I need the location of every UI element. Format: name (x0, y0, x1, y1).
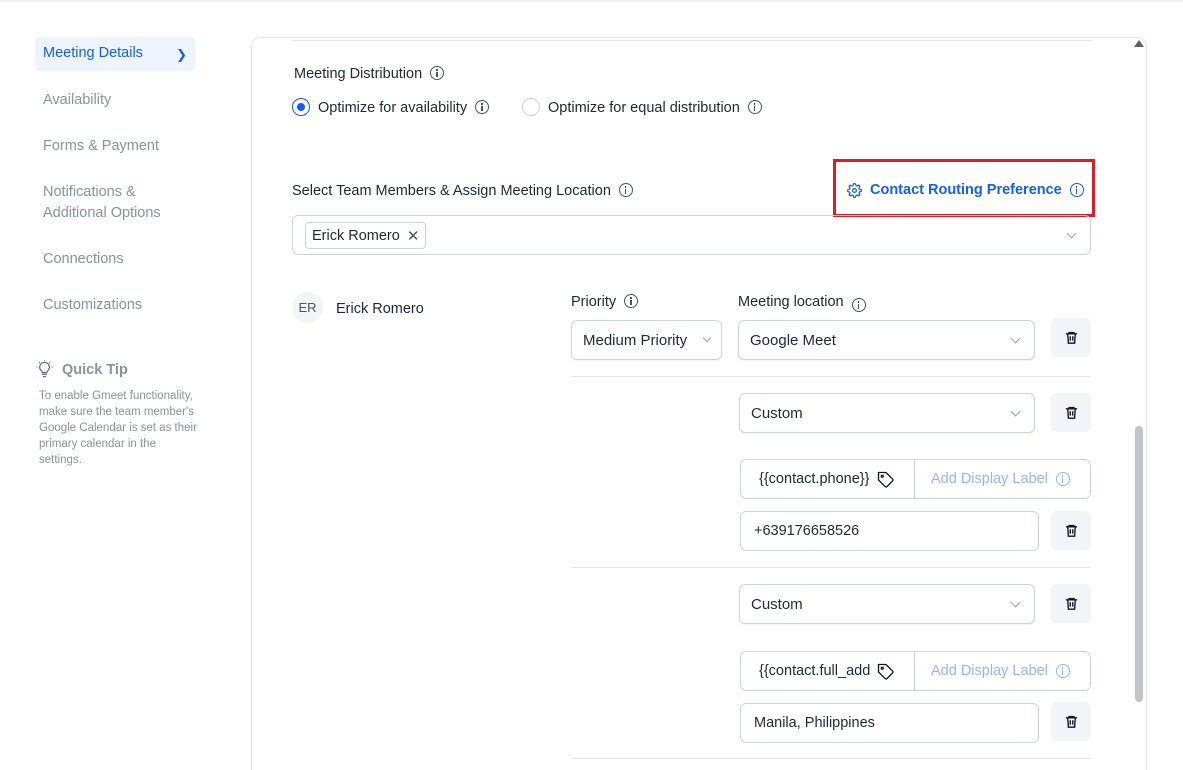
display-label-input[interactable]: Add Display Label (915, 652, 1090, 690)
variable-value: {{contact.phone}} (759, 471, 870, 487)
sidebar-item-label: Connections (43, 251, 124, 267)
sidebar-item-availability[interactable]: Availability (35, 84, 195, 117)
variable-field[interactable]: {{contact.phone}} (741, 460, 915, 498)
variable-field-group: {{contact.phone}} Add Display Label (740, 459, 1091, 499)
trash-icon (1065, 715, 1077, 728)
quick-tip: Quick Tip To enable Gmeet functionality,… (35, 360, 200, 468)
info-icon[interactable] (475, 100, 490, 114)
trash-icon (1065, 524, 1077, 537)
variable-value: {{contact.full_add (759, 663, 871, 679)
radio-optimize-equal[interactable]: Optimize for equal distribution (522, 98, 762, 116)
meeting-location-heading: Meeting location (738, 294, 866, 312)
team-members-label: Select Team Members & Assign Meeting Loc… (292, 183, 611, 199)
custom-location-value-input[interactable]: Manila, Philippines (740, 703, 1039, 743)
priority-select[interactable]: Medium Priority (571, 320, 722, 360)
scroll-thumb[interactable] (1135, 426, 1143, 702)
close-icon[interactable]: ✕ (407, 227, 420, 245)
delete-location-button[interactable] (1051, 584, 1091, 623)
sidebar-item-label: Customizations (43, 297, 143, 313)
top-divider (0, 0, 1183, 2)
tag-icon[interactable] (877, 663, 895, 681)
scrollbar[interactable] (1133, 38, 1145, 770)
sidebar-item-label: Notifications & Additional Options (43, 184, 161, 221)
quick-tip-title: Quick Tip (62, 361, 128, 378)
info-icon[interactable] (1069, 183, 1084, 197)
selected-member-chip: Erick Romero ✕ (305, 222, 427, 249)
gear-icon (847, 182, 862, 198)
sidebar-item-customizations[interactable]: Customizations (35, 289, 195, 322)
chevron-down-icon[interactable] (1066, 228, 1077, 239)
sidebar-item-notifications[interactable]: Notifications & Additional Options (35, 176, 195, 230)
tag-icon[interactable] (877, 471, 895, 489)
avatar: ER (292, 292, 323, 323)
team-members-heading: Select Team Members & Assign Meeting Loc… (292, 183, 633, 199)
custom-location-value-input[interactable]: +639176658526 (740, 511, 1039, 551)
info-icon[interactable] (1055, 472, 1070, 486)
meeting-distribution-heading: Meeting Distribution (294, 66, 445, 82)
display-label-input[interactable]: Add Display Label (915, 460, 1090, 498)
sidebar-item-label: Meeting Details (43, 45, 143, 61)
lightbulb-icon (36, 360, 53, 378)
info-icon[interactable] (747, 100, 762, 114)
trash-icon (1065, 597, 1077, 610)
chip-label: Erick Romero (312, 227, 400, 244)
delete-location-button[interactable] (1051, 318, 1091, 357)
delete-value-button[interactable] (1051, 511, 1091, 550)
location-select-custom-1[interactable]: Custom (739, 393, 1035, 433)
info-icon[interactable] (430, 66, 445, 80)
radio-label: Optimize for equal distribution (548, 100, 740, 116)
radio-checked-icon[interactable] (292, 98, 310, 116)
divider (571, 567, 1091, 568)
panel-divider (292, 40, 1092, 41)
location-value: Custom (751, 595, 803, 613)
input-value: +639176658526 (754, 523, 860, 539)
sidebar: Meeting Details ❯ Availability Forms & P… (35, 37, 200, 468)
scroll-up-arrow-icon[interactable] (1134, 40, 1144, 47)
input-value: Manila, Philippines (754, 715, 875, 731)
team-members-select[interactable]: Erick Romero ✕ (292, 215, 1091, 255)
radio-optimize-availability[interactable]: Optimize for availability (292, 98, 490, 116)
chevron-down-icon (1010, 406, 1021, 417)
meeting-distribution-label: Meeting Distribution (294, 66, 423, 82)
chevron-down-icon (702, 333, 712, 343)
priority-label: Priority (571, 294, 617, 310)
info-icon[interactable] (1055, 664, 1070, 678)
sidebar-item-label: Forms & Payment (43, 138, 160, 154)
delete-value-button[interactable] (1051, 702, 1091, 741)
contact-routing-preference-link[interactable]: Contact Routing Preference (847, 182, 1084, 198)
sidebar-item-label: Availability (43, 92, 112, 108)
trash-icon (1065, 331, 1077, 344)
info-icon[interactable] (851, 298, 866, 312)
sidebar-item-meeting-details[interactable]: Meeting Details ❯ (35, 37, 195, 71)
delete-location-button[interactable] (1051, 393, 1091, 432)
location-value: Google Meet (750, 331, 836, 349)
radio-label: Optimize for availability (318, 100, 468, 116)
sidebar-item-forms-payment[interactable]: Forms & Payment (35, 130, 195, 163)
trash-icon (1065, 406, 1077, 419)
variable-field-group: {{contact.full_add Add Display Label (740, 651, 1091, 691)
member-name: Erick Romero (336, 301, 424, 317)
location-value: Custom (751, 404, 803, 422)
location-select-google-meet[interactable]: Google Meet (738, 320, 1035, 360)
info-icon[interactable] (624, 294, 639, 308)
chevron-down-icon (1010, 597, 1021, 608)
chevron-down-icon (1010, 333, 1021, 344)
chevron-right-icon: ❯ (176, 47, 187, 62)
radio-unchecked-icon[interactable] (522, 98, 540, 116)
sidebar-item-connections[interactable]: Connections (35, 243, 195, 276)
display-label-placeholder: Add Display Label (931, 471, 1048, 487)
variable-field[interactable]: {{contact.full_add (741, 652, 915, 690)
meeting-location-label: Meeting location (738, 294, 844, 310)
display-label-placeholder: Add Display Label (931, 663, 1048, 679)
divider (571, 758, 1091, 759)
location-select-custom-2[interactable]: Custom (739, 584, 1035, 624)
info-icon[interactable] (618, 183, 633, 197)
routing-link-label: Contact Routing Preference (870, 182, 1062, 198)
quick-tip-body: To enable Gmeet functionality, make sure… (39, 390, 197, 466)
divider (571, 376, 1091, 377)
priority-heading: Priority (571, 294, 639, 310)
priority-value: Medium Priority (583, 331, 688, 349)
